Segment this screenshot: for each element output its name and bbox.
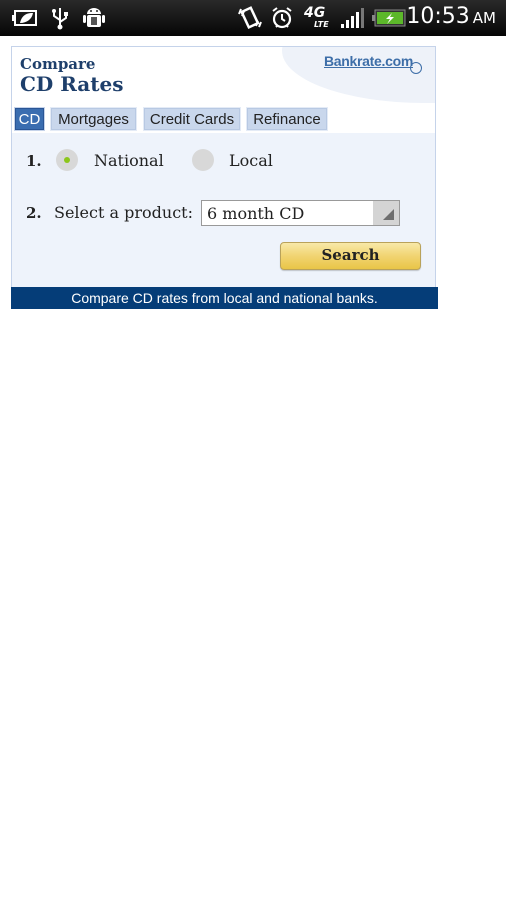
search-button[interactable]: Search: [280, 242, 421, 270]
4g-lte-icon: 4G LTE: [304, 6, 332, 30]
title-compare: Compare: [20, 55, 96, 73]
network-sub-label: LTE: [314, 20, 329, 29]
radio-local-label[interactable]: Local: [229, 151, 273, 170]
radio-local[interactable]: [192, 149, 214, 171]
step-2-number: 2.: [26, 204, 42, 222]
clock-time: 10:53: [406, 4, 470, 29]
radio-selected-dot: [64, 157, 70, 163]
radio-national[interactable]: [56, 149, 78, 171]
page-title: CD Rates: [20, 72, 124, 96]
bankrate-logo-mark-icon: [410, 62, 422, 74]
product-select-value: 6 month CD: [207, 204, 305, 223]
step-1-number: 1.: [26, 152, 42, 170]
radio-national-label[interactable]: National: [94, 151, 164, 170]
tab-bar: CD Mortgages Credit Cards Refinance: [12, 105, 435, 133]
product-label: Select a product:: [54, 203, 193, 222]
product-select[interactable]: 6 month CD: [201, 200, 400, 226]
tab-credit-cards[interactable]: Credit Cards: [143, 107, 241, 131]
status-bar: 4G LTE 10:53 AM: [0, 0, 506, 36]
usb-icon: [50, 6, 70, 30]
bankrate-logo[interactable]: Bankrate.com: [324, 53, 413, 69]
android-debug-icon: [82, 6, 106, 30]
tab-cd[interactable]: CD: [14, 107, 45, 131]
compare-rates-widget: Compare CD Rates Bankrate.com CD Mortgag…: [11, 46, 438, 309]
dropdown-arrow-icon: [383, 209, 394, 220]
battery-saver-icon: [12, 6, 40, 30]
select-arrow-box: [373, 201, 399, 225]
widget-header: Compare CD Rates Bankrate.com CD Mortgag…: [12, 47, 435, 133]
tab-refinance[interactable]: Refinance: [246, 107, 328, 131]
alarm-icon: [270, 6, 294, 30]
footer-banner: Compare CD rates from local and national…: [11, 287, 438, 309]
network-type-label: 4G: [304, 5, 326, 21]
clock-ampm: AM: [472, 9, 496, 27]
signal-icon: [340, 6, 364, 30]
vibrate-icon: [236, 6, 262, 30]
battery-charging-icon: [372, 6, 406, 30]
tab-mortgages[interactable]: Mortgages: [50, 107, 137, 131]
clock: 10:53 AM: [406, 4, 496, 29]
